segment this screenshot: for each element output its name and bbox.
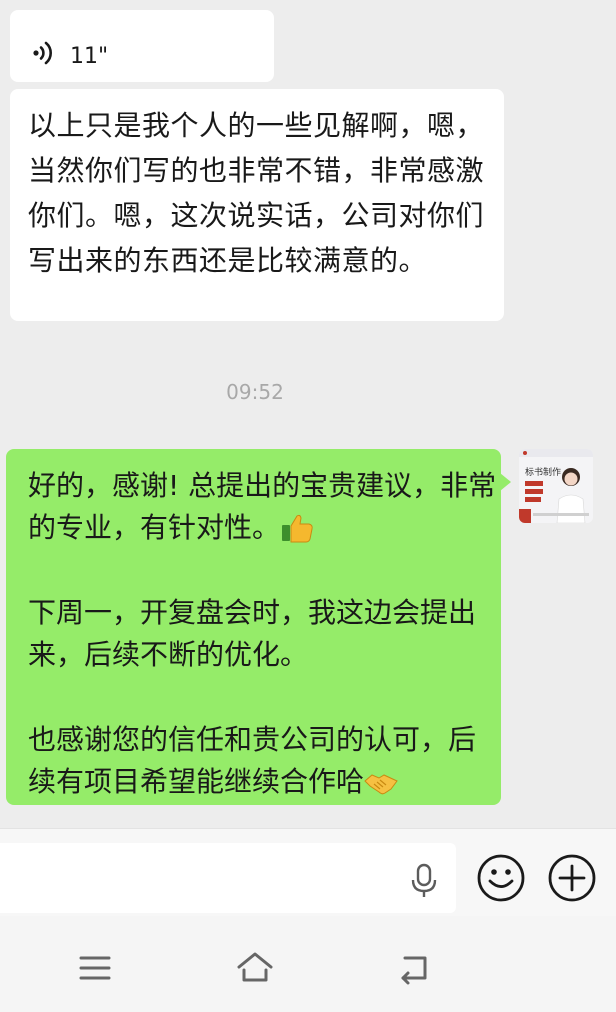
sent-paragraph-2: 下周一，开复盘会时，我这边会提出来，后续不断的优化。 xyxy=(28,596,477,671)
sent-paragraph-3-text: 也感谢您的信任和贵公司的认可，后续有项目希望能继续合作哈 xyxy=(28,723,477,798)
voice-duration: 11" xyxy=(70,44,109,69)
sent-paragraph-1: 好的，感谢! 总提出的宝贵建议，非常的专业，有针对性。 xyxy=(28,465,498,549)
sent-message-bubble[interactable]: 好的，感谢! 总提出的宝贵建议，非常的专业，有针对性。 下周一，开复盘会时，我这… xyxy=(6,449,511,805)
avatar-image: 标书制作 xyxy=(519,449,593,523)
back-icon[interactable] xyxy=(397,950,433,986)
message-input[interactable] xyxy=(0,843,456,913)
plus-circle-icon[interactable] xyxy=(547,853,597,903)
system-navigation-bar xyxy=(0,916,616,1012)
sender-avatar[interactable]: 标书制作 xyxy=(519,449,593,523)
voice-wave-icon xyxy=(33,41,52,65)
home-icon[interactable] xyxy=(236,950,274,986)
smiley-face-icon[interactable] xyxy=(476,853,526,903)
chat-area: 11" 以上只是我个人的一些见解啊，嗯，当然你们写的也非常不错，非常感激你们。嗯… xyxy=(0,0,616,828)
received-message-bubble[interactable]: 以上只是我个人的一些见解啊，嗯，当然你们写的也非常不错，非常感激你们。嗯，这次说… xyxy=(10,89,504,321)
avatar-title: 标书制作 xyxy=(525,466,561,478)
sent-paragraph-3: 也感谢您的信任和贵公司的认可，后续有项目希望能继续合作哈 xyxy=(28,719,498,803)
thumbs-up-emoji xyxy=(282,514,313,543)
microphone-icon[interactable] xyxy=(408,863,440,899)
sent-paragraph-1-text: 好的，感谢! 总提出的宝贵建议，非常的专业，有针对性。 xyxy=(28,469,497,544)
received-message-text: 以上只是我个人的一些见解啊，嗯，当然你们写的也非常不错，非常感激你们。嗯，这次说… xyxy=(28,109,485,277)
menu-icon[interactable] xyxy=(77,950,113,986)
voice-message-bubble[interactable]: 11" xyxy=(10,10,274,82)
handshake-emoji xyxy=(364,774,398,795)
message-timestamp: 09:52 xyxy=(226,380,284,404)
